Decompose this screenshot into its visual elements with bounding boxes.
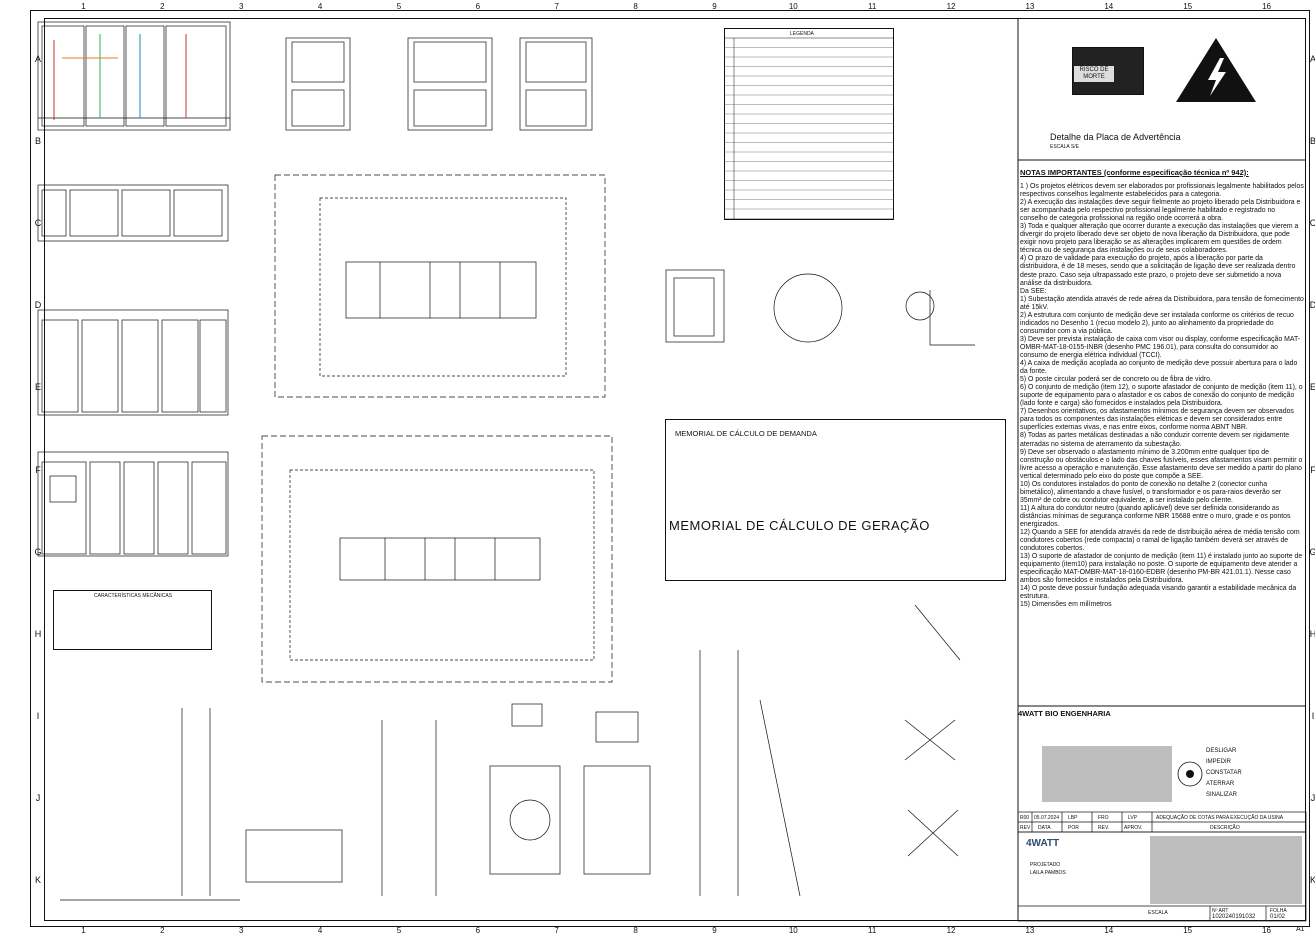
note-item: 3) Deve ser prevista instalação de caixa… xyxy=(1020,335,1301,359)
note-item: 7) Desenhos orientativos, os afastamento… xyxy=(1020,408,1294,432)
company-logo: 4WATT xyxy=(1026,838,1060,849)
memorial-demand-title: MEMORIAL DE CÁLCULO DE DEMANDA xyxy=(675,429,817,438)
note-item: 2) A execução das instalações deve segui… xyxy=(1020,199,1301,223)
lifesaving-rule: ATERRAR xyxy=(1206,781,1235,787)
doc-number: 1020240191032 xyxy=(1212,914,1256,920)
project-info-area xyxy=(1150,836,1302,904)
header-data: DATA xyxy=(1038,825,1051,831)
note-item: 4) A caixa de medição acoplada ao conjun… xyxy=(1020,360,1298,376)
memorial-generation-title: MEMORIAL DE CÁLCULO DE GERAÇÃO xyxy=(669,518,930,533)
rev-description: ADEQUAÇÃO DE COTAS PARA EXECUÇÃO DA USIN… xyxy=(1156,815,1284,821)
note-item: 1 ) Os projetos elétricos devem ser elab… xyxy=(1020,183,1304,199)
note-item: 4) O prazo de validade para execução do … xyxy=(1020,255,1296,287)
warning-plate-title: Detalhe da Placa de Advertência xyxy=(1050,132,1181,142)
lifesaving-rule: IMPEDIR xyxy=(1206,759,1232,765)
header-description: DESCRIÇÃO xyxy=(1210,825,1240,831)
company-name: 4WATT BIO ENGENHARIA xyxy=(1018,709,1111,718)
note-item: 9) Deve ser observado o afastamento míni… xyxy=(1020,448,1303,480)
note-item: 1) Subestação atendida através de rede a… xyxy=(1020,295,1304,311)
warning-plate-scale: ESCALA S/E xyxy=(1050,144,1079,150)
note-item: 3) Toda e qualquer alteração que ocorrer… xyxy=(1020,223,1299,255)
note-item: 12) Quando a SEE for atendida através da… xyxy=(1020,529,1300,553)
client-name: LAILA PAMBOS xyxy=(1030,870,1066,876)
note-item: 8) Todas as partes metálicas destinadas … xyxy=(1020,432,1290,448)
note-item: 14) O poste deve possuir fundação adequa… xyxy=(1020,585,1297,601)
notes-title: NOTAS IMPORTANTES (conforme especificaçã… xyxy=(1020,168,1249,177)
rev-by-3: LVP xyxy=(1128,815,1138,821)
legend-rows xyxy=(724,37,894,220)
scale-label: ESCALA xyxy=(1148,910,1168,916)
lifesaving-rule: CONSTATAR xyxy=(1206,770,1242,776)
memorial-box xyxy=(665,419,1006,581)
sheet-number: 01/02 xyxy=(1270,914,1286,920)
note-item: 11) A altura do condutor neutro (quando … xyxy=(1020,504,1291,528)
note-item: Da SEE: xyxy=(1020,287,1047,295)
note-item: 13) O suporte de afastador de conjunto d… xyxy=(1020,553,1303,585)
lifesaving-rule: DESLIGAR xyxy=(1206,748,1237,754)
mechanical-characteristics-box xyxy=(53,590,212,650)
drawing-sheet: 1 1 2 2 3 3 4 4 5 5 6 6 7 7 8 8 9 9 10 10 11 11 12 12 13 13 14 14 15… xyxy=(0,0,1315,937)
header-aprov: APROV. xyxy=(1124,825,1143,831)
header-por: POR xyxy=(1068,825,1079,831)
rev-by-1: LBP xyxy=(1068,815,1078,821)
client-label: PROJETADO xyxy=(1030,862,1061,868)
note-item: 15) Dimensões em milímetros xyxy=(1020,601,1112,609)
header-rev: REV xyxy=(1020,825,1031,831)
notes-list: 1 ) Os projetos elétricos devem ser elab… xyxy=(1020,183,1304,609)
rev-date: 05.07.2024 xyxy=(1034,815,1060,821)
stamp-area xyxy=(1042,746,1172,802)
rev-by-2: FRO xyxy=(1098,815,1109,821)
note-item: 2) A estrutura com conjunto de medição d… xyxy=(1020,311,1294,335)
lifesaving-rule: SINALIZAR xyxy=(1206,792,1238,798)
warning-plate-text: RISCO DE MORTE xyxy=(1074,66,1114,82)
sheet-format: A1 xyxy=(1296,926,1305,933)
header-rev2: REV. xyxy=(1098,825,1110,831)
lifesaving-icon xyxy=(1177,761,1203,787)
note-item: 5) O poste circular poderá ser de concre… xyxy=(1020,376,1212,384)
note-item: 6) O conjunto de medição (item 12), o su… xyxy=(1020,384,1303,408)
mechanical-characteristics-title: CARACTERÍSTICAS MECÂNICAS xyxy=(94,593,173,599)
rev-code: R00 xyxy=(1020,815,1030,821)
note-item: 10) Os condutores instalados do ponto de… xyxy=(1020,480,1282,504)
